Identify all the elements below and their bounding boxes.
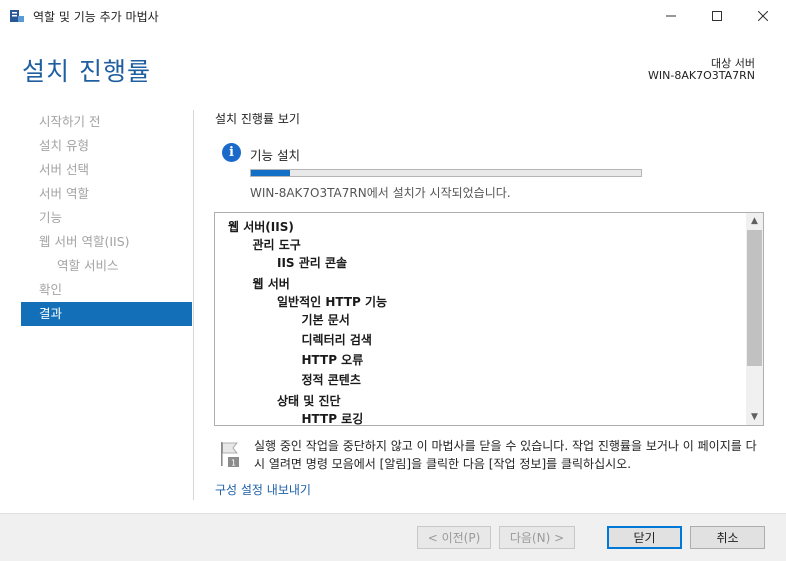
feature-tree-item: 관리 도구	[252, 238, 301, 252]
maximize-button[interactable]	[694, 0, 740, 31]
notification-flag-icon: 1	[221, 442, 239, 468]
nav-item-confirmation: 확인	[39, 282, 63, 297]
notification-count: 1	[231, 459, 236, 468]
feature-tree-item: 일반적인 HTTP 기능	[277, 295, 388, 309]
nav-item-server-roles: 서버 역할	[39, 186, 89, 201]
page-title: 설치 진행률	[22, 57, 151, 86]
feature-tree-item: 정적 콘텐츠	[301, 373, 361, 387]
close-icon	[758, 10, 768, 21]
maximize-icon	[712, 10, 722, 21]
section-title: 설치 진행률 보기	[215, 112, 300, 126]
feature-tree-item: HTTP 오류	[301, 353, 364, 367]
next-button[interactable]: 다음(N) >	[499, 526, 575, 549]
installation-progress-bar	[250, 169, 642, 177]
server-manager-icon	[10, 10, 24, 22]
progress-fill	[251, 170, 290, 176]
nav-item-features: 기능	[39, 210, 63, 225]
minimize-button[interactable]	[648, 0, 694, 31]
close-button[interactable]: 닫기	[607, 526, 682, 549]
nav-item-installation-type: 설치 유형	[39, 138, 89, 153]
feature-installation-label: 기능 설치	[250, 148, 300, 163]
feature-list-scrollbar[interactable]: ▲ ▼	[746, 213, 763, 425]
window-title: 역할 및 기능 추가 마법사	[33, 10, 159, 24]
cancel-button[interactable]: 취소	[690, 526, 765, 549]
nav-item-web-server-role: 웹 서버 역할(IIS)	[39, 234, 130, 249]
export-configuration-link[interactable]: 구성 설정 내보내기	[215, 481, 311, 498]
wizard-steps-nav: 시작하기 전 설치 유형 서버 선택 서버 역할 기능 웹 서버 역할(IIS)…	[21, 110, 192, 326]
feature-tree-item: 상태 및 진단	[277, 394, 341, 408]
nav-divider	[193, 110, 194, 500]
feature-tree-item: IIS 관리 콘솔	[277, 256, 348, 270]
close-window-button[interactable]	[740, 0, 786, 31]
scroll-up-icon[interactable]: ▲	[746, 213, 763, 229]
info-icon: i	[222, 143, 241, 162]
minimize-icon	[666, 15, 676, 16]
destination-server-name: WIN-8AK7O3TA7RN	[648, 69, 755, 82]
feature-tree-item: 디렉터리 검색	[301, 333, 372, 347]
feature-list[interactable]: 웹 서버(IIS) 관리 도구 IIS 관리 콘솔웹 서버일반적인 HTTP 기능기…	[214, 212, 764, 426]
feature-tree-item: 웹 서버	[252, 277, 290, 291]
nav-item-results[interactable]: 결과	[21, 302, 192, 326]
feature-tree-item: 웹 서버(IIS)	[228, 220, 294, 234]
feature-tree-item: HTTP 로깅	[301, 412, 364, 426]
nav-item-server-selection: 서버 선택	[39, 162, 89, 177]
title-bar: 역할 및 기능 추가 마법사	[0, 0, 786, 31]
close-wizard-notice: 실행 중인 작업을 중단하지 않고 이 마법사를 닫을 수 있습니다. 작업 진…	[254, 439, 757, 471]
nav-item-before-you-begin: 시작하기 전	[39, 114, 101, 129]
scrollbar-thumb[interactable]	[747, 230, 762, 366]
nav-item-role-services: 역할 서비스	[57, 258, 119, 273]
scroll-down-icon[interactable]: ▼	[746, 409, 763, 425]
installation-status-text: WIN-8AK7O3TA7RN에서 설치가 시작되었습니다.	[250, 186, 511, 200]
feature-tree-item: 기본 문서	[301, 313, 350, 327]
previous-button[interactable]: < 이전(P)	[417, 526, 491, 549]
